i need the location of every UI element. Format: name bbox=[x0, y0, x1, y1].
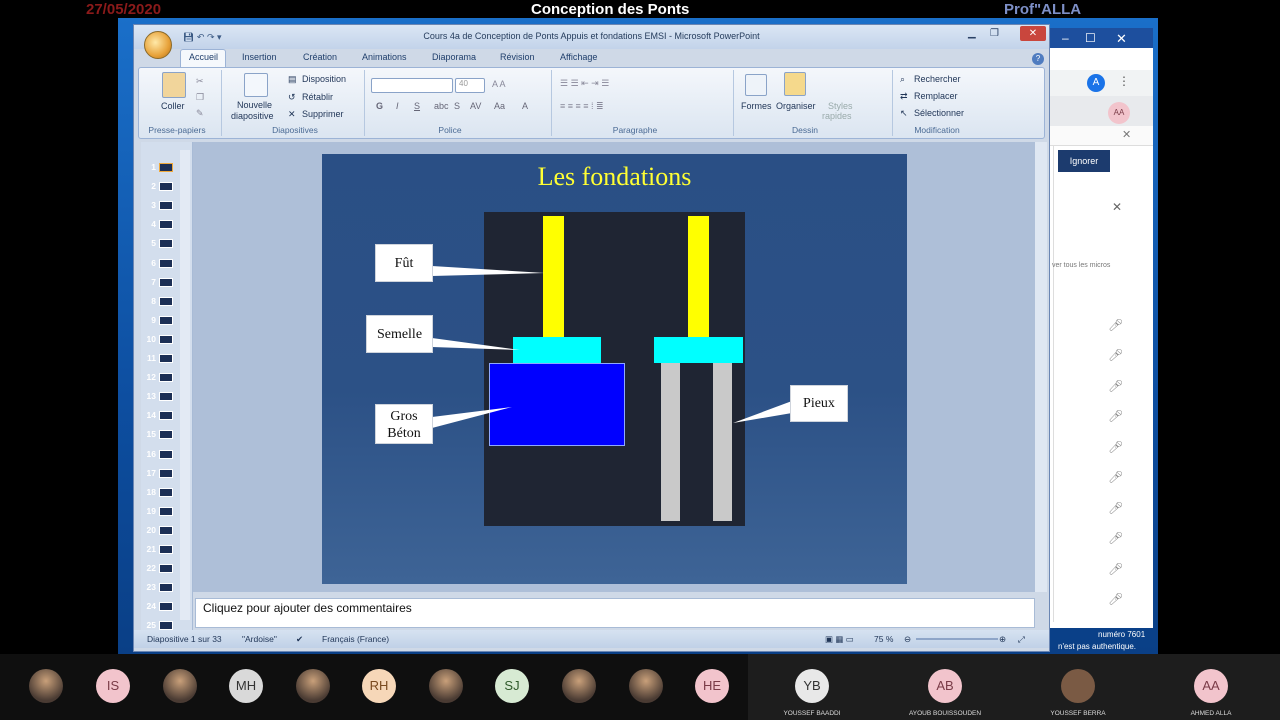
participant-photo-avatar[interactable] bbox=[629, 669, 663, 703]
callout-fut: Fût bbox=[375, 244, 433, 282]
callout-fut-text: Fût bbox=[394, 256, 414, 271]
zoom-out-icon[interactable]: ⊖ bbox=[904, 634, 911, 645]
callout-pointer-gros-beton bbox=[432, 407, 512, 428]
zoom-in-icon[interactable]: ⊕ bbox=[999, 634, 1006, 645]
participant-photo-avatar[interactable] bbox=[296, 669, 330, 703]
callout-semelle-text: Semelle bbox=[376, 327, 423, 342]
participant-avatar[interactable]: MH bbox=[229, 669, 263, 703]
callout-pointer-semelle bbox=[432, 338, 520, 350]
zoom-level[interactable]: 75 % bbox=[874, 634, 893, 644]
participant-name: YOUSSEF BAADDI bbox=[783, 710, 841, 717]
participant-name: YOUSSEF BERRA bbox=[1050, 710, 1106, 717]
callout-beton-text: Béton bbox=[387, 426, 421, 441]
participant-avatar[interactable]: AA bbox=[1194, 669, 1228, 703]
participant-avatar[interactable]: YB bbox=[795, 669, 829, 703]
participant-name: AHMED ALLA bbox=[1190, 710, 1232, 717]
fit-window-icon[interactable]: ⤢ bbox=[1018, 634, 1025, 645]
participant-avatar[interactable]: HE bbox=[695, 669, 729, 703]
participant-name: AYOUB BOUISSOUDEN bbox=[908, 710, 982, 717]
participant-avatar[interactable] bbox=[1061, 669, 1095, 703]
participant-photo-avatar[interactable] bbox=[163, 669, 197, 703]
participant-avatar[interactable]: SJ bbox=[495, 669, 529, 703]
callout-gros-beton: Gros Béton bbox=[375, 404, 433, 444]
callout-pieux-text: Pieux bbox=[803, 396, 835, 411]
callout-semelle: Semelle bbox=[366, 315, 433, 353]
participant-avatar[interactable]: IS bbox=[96, 669, 130, 703]
callout-gros-text: Gros bbox=[390, 409, 418, 424]
participant-photo-avatar[interactable] bbox=[429, 669, 463, 703]
theme-name[interactable]: "Ardoise" bbox=[242, 634, 277, 644]
spellcheck-icon[interactable]: ✔ bbox=[296, 634, 303, 645]
language-indicator[interactable]: Français (France) bbox=[322, 634, 389, 644]
zoom-slider[interactable] bbox=[916, 638, 998, 640]
participant-avatar[interactable]: RH bbox=[362, 669, 396, 703]
callout-pointer-fut bbox=[432, 266, 545, 276]
callout-pieux: Pieux bbox=[790, 385, 848, 422]
view-buttons[interactable]: ▣ ▦ ▭ bbox=[825, 634, 854, 645]
participant-avatar[interactable]: AB bbox=[928, 669, 962, 703]
participant-photo-avatar[interactable] bbox=[29, 669, 63, 703]
notes-placeholder[interactable]: Cliquez pour ajouter des commentaires bbox=[203, 601, 412, 615]
callout-pointer-pieux bbox=[733, 401, 792, 423]
participant-photo-avatar[interactable] bbox=[562, 669, 596, 703]
slide-counter: Diapositive 1 sur 33 bbox=[147, 634, 222, 644]
